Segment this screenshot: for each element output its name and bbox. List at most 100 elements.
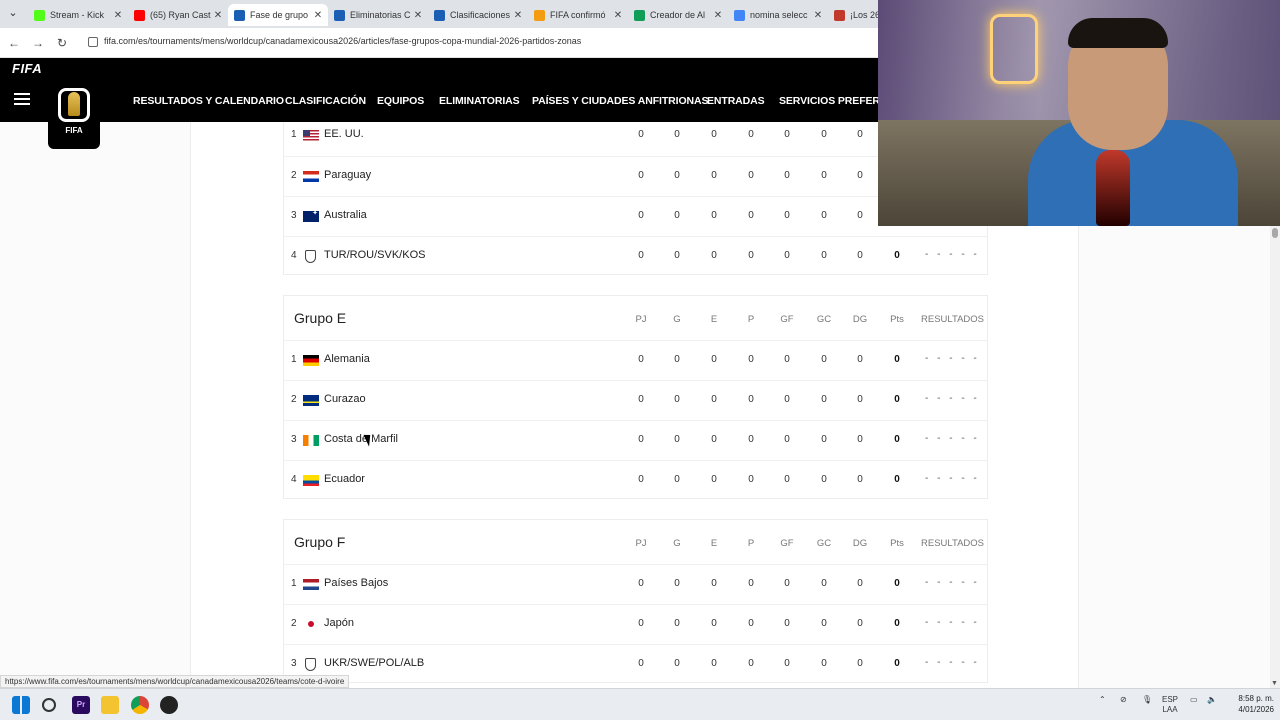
team-row[interactable]: 2 Curazao 0 0 0 0 0 0 0 0 - - - - - — [284, 380, 987, 420]
column-header-p: P — [747, 538, 755, 549]
windows-taskbar: Pr ⌃ ⊘ 🎙 ESP LAA ▭ 🔈 8:58 p. m. 4/01/202… — [0, 688, 1280, 720]
microphone-tray-icon[interactable]: 🎙 — [1142, 695, 1152, 704]
team-row[interactable]: 2 Japón 0 0 0 0 0 0 0 0 - - - - - — [284, 604, 987, 644]
team-name-link[interactable]: Ecuador — [324, 473, 365, 485]
team-row[interactable]: 4 TUR/ROU/SVK/KOS 0 0 0 0 0 0 0 0 - - - - - — [284, 236, 987, 276]
scroll-down-arrow-icon[interactable]: ▼ — [1271, 680, 1278, 687]
stat-g: 0 — [674, 394, 680, 405]
team-name-link[interactable]: Alemania — [324, 353, 370, 365]
premiere-pro-icon[interactable]: Pr — [72, 696, 90, 714]
stat-gf: 0 — [784, 578, 790, 589]
team-position: 1 — [291, 354, 297, 365]
language-indicator[interactable]: ESP LAA — [1162, 695, 1178, 715]
browser-tab[interactable]: Eliminatorias C ✕ — [328, 4, 428, 26]
hamburger-menu-icon[interactable] — [14, 93, 30, 105]
nav-item-qualifiers[interactable]: ELIMINATORIAS — [439, 95, 520, 107]
obs-icon[interactable] — [160, 696, 178, 714]
recent-results: - - - - - — [925, 617, 980, 628]
stat-e: 0 — [711, 474, 717, 485]
nav-item-host-cities[interactable]: PAÍSES Y CIUDADES ANFITRIONAS — [532, 95, 709, 107]
browser-tab[interactable]: Fase de grupo ✕ — [228, 4, 328, 26]
stat-gc: 0 — [821, 210, 827, 221]
team-name-link[interactable]: UKR/SWE/POL/ALB — [324, 657, 424, 669]
tab-favicon-icon — [534, 9, 545, 21]
browser-tab[interactable]: FIFA confirmó ✕ — [528, 4, 628, 26]
fifa-brand-link[interactable]: FIFA — [12, 61, 42, 76]
nav-item-teams[interactable]: EQUIPOS — [377, 95, 424, 107]
stat-pts: 0 — [894, 618, 900, 629]
tab-close-icon[interactable]: ✕ — [712, 10, 724, 21]
stat-dg: 0 — [857, 129, 863, 140]
team-name-link[interactable]: Costa de Marfil — [324, 433, 398, 445]
tab-close-icon[interactable]: ✕ — [812, 10, 824, 21]
nav-item-results[interactable]: RESULTADOS Y CALENDARIO — [133, 95, 284, 107]
tab-close-icon[interactable]: ✕ — [412, 10, 424, 21]
recent-results: - - - - - — [925, 249, 980, 260]
browser-tab[interactable]: Stream - Kick ✕ — [28, 4, 128, 26]
nav-item-tickets[interactable]: ENTRADAS — [707, 95, 765, 107]
stat-dg: 0 — [857, 354, 863, 365]
team-name-link[interactable]: Japón — [324, 617, 354, 629]
tab-close-icon[interactable]: ✕ — [112, 10, 124, 21]
column-header-gc: GC — [816, 314, 832, 325]
tab-close-icon[interactable]: ✕ — [312, 10, 324, 21]
browser-tab[interactable]: Creador de Al ✕ — [628, 4, 728, 26]
browser-tab[interactable]: (65) Ryan Cast ✕ — [128, 4, 228, 26]
flag-nl-icon — [303, 579, 319, 590]
network-off-icon[interactable]: ⊘ — [1120, 695, 1127, 704]
browser-tab[interactable]: nomina selecc ✕ — [728, 4, 828, 26]
team-name-link[interactable]: Australia — [324, 209, 367, 221]
team-row[interactable]: 1 Países Bajos 0 0 0 0 0 0 0 0 - - - - - — [284, 564, 987, 604]
tab-favicon-icon — [134, 9, 145, 21]
stat-p: 0 — [748, 658, 754, 669]
windows-start-icon[interactable] — [12, 696, 30, 714]
search-icon[interactable] — [42, 698, 56, 712]
team-name-link[interactable]: Países Bajos — [324, 577, 388, 589]
stat-g: 0 — [674, 434, 680, 445]
column-header-p: P — [747, 314, 755, 325]
nav-item-hospitality[interactable]: SERVICIOS PREFEREN — [779, 95, 894, 107]
page-scrollbar[interactable]: ▼ — [1270, 226, 1280, 688]
stat-pts: 0 — [894, 394, 900, 405]
reload-icon[interactable]: ↻ — [54, 35, 70, 51]
chrome-icon[interactable] — [131, 696, 149, 714]
stat-e: 0 — [711, 658, 717, 669]
tab-title: (65) Ryan Cast — [150, 10, 211, 20]
stat-p: 0 — [748, 394, 754, 405]
world-cup-2026-logo[interactable]: FIFA — [48, 82, 100, 149]
url-input[interactable]: fifa.com/es/tournaments/mens/worldcup/ca… — [104, 36, 581, 46]
team-name-link[interactable]: TUR/ROU/SVK/KOS — [324, 249, 425, 261]
tab-favicon-icon — [634, 9, 645, 21]
site-info-icon[interactable] — [88, 37, 98, 47]
team-position: 2 — [291, 170, 297, 181]
display-icon[interactable]: ▭ — [1190, 695, 1198, 704]
nav-item-standings[interactable]: CLASIFICACIÓN — [285, 95, 366, 107]
team-name-link[interactable]: EE. UU. — [324, 128, 364, 140]
tab-favicon-icon — [234, 9, 245, 21]
team-row[interactable]: 3 UKR/SWE/POL/ALB 0 0 0 0 0 0 0 0 - - - - - — [284, 644, 987, 684]
back-arrow-icon[interactable]: ← — [6, 35, 22, 51]
scrollbar-thumb[interactable] — [1272, 228, 1278, 238]
tab-close-icon[interactable]: ✕ — [512, 10, 524, 21]
team-name-link[interactable]: Curazao — [324, 393, 366, 405]
team-name-link[interactable]: Paraguay — [324, 169, 371, 181]
shield-placeholder-icon — [305, 658, 316, 671]
recent-results: - - - - - — [925, 433, 980, 444]
tab-close-icon[interactable]: ✕ — [612, 10, 624, 21]
forward-arrow-icon[interactable]: → — [30, 35, 46, 51]
team-row[interactable]: 1 Alemania 0 0 0 0 0 0 0 0 - - - - - — [284, 340, 987, 380]
stat-pj: 0 — [638, 394, 644, 405]
volume-icon[interactable]: 🔈 — [1207, 695, 1217, 704]
team-row[interactable]: 4 Ecuador 0 0 0 0 0 0 0 0 - - - - - — [284, 460, 987, 500]
browser-tab[interactable]: Clasificaciones ✕ — [428, 4, 528, 26]
team-row[interactable]: 3 Costa de Marfil 0 0 0 0 0 0 0 0 - - - - - — [284, 420, 987, 460]
file-explorer-icon[interactable] — [101, 696, 119, 714]
stat-pj: 0 — [638, 250, 644, 261]
flag-jp-icon — [308, 621, 314, 627]
microphone — [1096, 150, 1130, 226]
streamer-webcam-overlay — [878, 0, 1280, 226]
tray-chevron-up-icon[interactable]: ⌃ — [1099, 695, 1106, 704]
system-clock[interactable]: 8:58 p. m. 4/01/2026 — [1228, 693, 1274, 715]
tab-search-chevron-icon[interactable]: ⌄ — [4, 6, 22, 22]
tab-close-icon[interactable]: ✕ — [212, 10, 224, 21]
